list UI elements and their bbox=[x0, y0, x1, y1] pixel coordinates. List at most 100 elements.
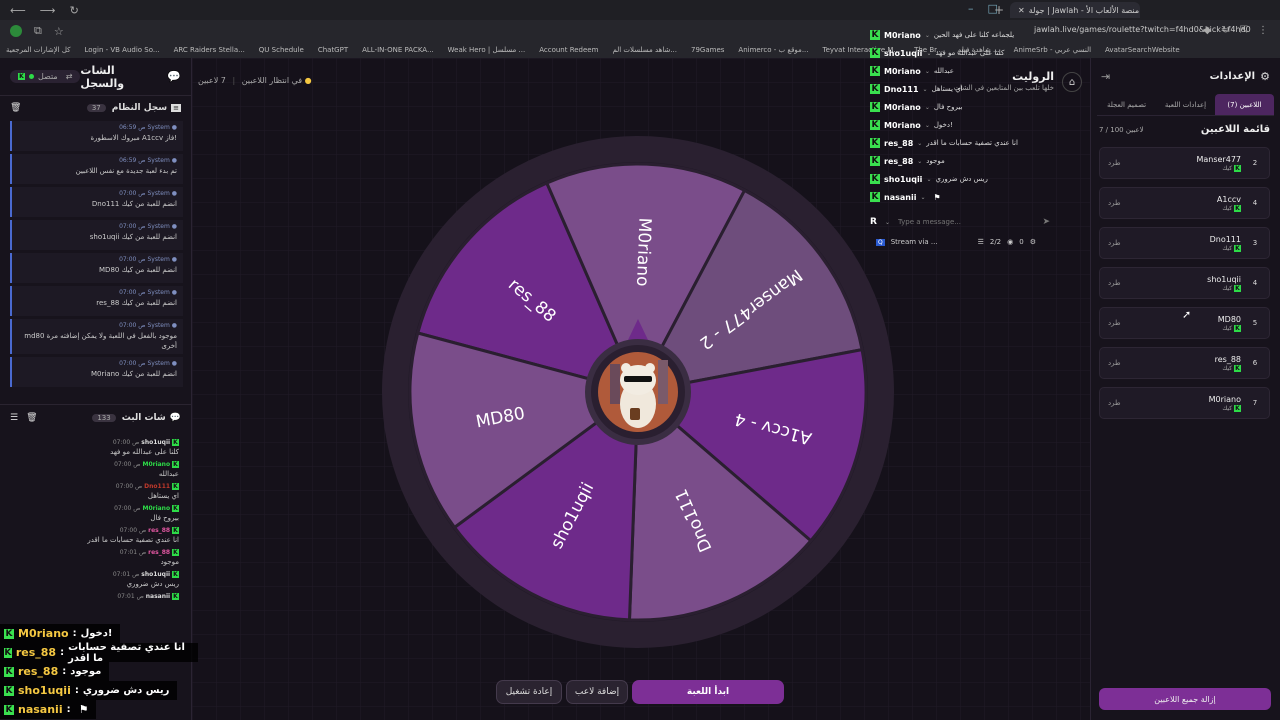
share-icon[interactable]: ⇱ bbox=[1240, 25, 1248, 36]
player-info: Dno111 كيك K 3 bbox=[1210, 235, 1261, 252]
restart-button[interactable]: إعادة تشغيل bbox=[496, 680, 562, 704]
kick-player-button[interactable]: طرد bbox=[1108, 399, 1121, 407]
kick-player-button[interactable]: طرد bbox=[1108, 199, 1121, 207]
bookmark-item[interactable]: Account Redeem bbox=[539, 46, 598, 54]
log-sender: System bbox=[147, 256, 170, 263]
player-name: A1ccv bbox=[1216, 194, 1241, 204]
player-name: MD80 bbox=[1217, 314, 1241, 324]
kick-player-button[interactable]: طرد bbox=[1108, 319, 1121, 327]
remove-all-players-button[interactable]: إزالة جميع اللاعبين bbox=[1099, 688, 1271, 710]
player-text: MD80 كيك K bbox=[1218, 315, 1241, 332]
bookmark-item[interactable]: Animerco - موقع ب... bbox=[738, 46, 808, 54]
chat-username[interactable]: nasanii bbox=[146, 593, 170, 600]
chevron-down-icon[interactable]: ⌄ bbox=[925, 68, 930, 75]
chevron-down-icon[interactable]: ⌄ bbox=[917, 140, 922, 147]
bookmark-item[interactable]: ARC Raiders Stella... bbox=[174, 46, 245, 54]
chevron-down-icon[interactable]: ⌄ bbox=[925, 104, 930, 111]
start-game-button[interactable]: ابدأ اللعبة bbox=[632, 680, 784, 704]
stream-label[interactable]: Stream via ... bbox=[891, 238, 938, 246]
bookmark-item[interactable]: ALL-IN-ONE PACKA... bbox=[362, 46, 434, 54]
browser-tab[interactable]: ✕ جولة | Jawlah - منصة الألعاب الأ bbox=[1010, 2, 1140, 18]
player-name: Manser477 bbox=[1196, 154, 1241, 164]
bookmark-item[interactable]: كل الإشارات المرجعية bbox=[6, 46, 71, 54]
chevron-down-icon[interactable]: ⌄ bbox=[923, 86, 928, 93]
tab-close-icon[interactable]: ✕ bbox=[1018, 6, 1025, 15]
roulette-wheel[interactable]: res_88M0rianoManser477 - 2A1ccv - 4Dno11… bbox=[382, 136, 894, 648]
twitch-username[interactable]: M0riano bbox=[884, 67, 921, 76]
star-icon[interactable]: ☆ bbox=[54, 25, 64, 38]
kick-icon: K bbox=[4, 666, 14, 677]
twitch-username[interactable]: sho1uqii bbox=[884, 49, 922, 58]
panel-toggle-icon[interactable]: ⇄ bbox=[66, 72, 73, 81]
chat-meta: 07:01 ص sho1uqii K bbox=[6, 571, 179, 578]
chat-filter-icon[interactable]: ☰ bbox=[10, 413, 18, 423]
twitch-username[interactable]: res_88 bbox=[884, 157, 913, 166]
chat-username[interactable]: sho1uqii bbox=[141, 571, 170, 578]
bookmark-item[interactable]: ChatGPT bbox=[318, 46, 348, 54]
kick-player-button[interactable]: طرد bbox=[1108, 239, 1121, 247]
chevron-down-icon[interactable]: ⌄ bbox=[920, 194, 925, 201]
add-player-button[interactable]: إضافة لاعب bbox=[566, 680, 628, 704]
tab-0[interactable]: اللاعبين (7) bbox=[1215, 94, 1274, 115]
system-log-delete-icon[interactable]: 🗑 bbox=[10, 103, 21, 113]
minimize-icon[interactable]: – bbox=[968, 2, 974, 15]
system-log-item: 07:00 ص System ● MD80 انضم للعبة من كيك bbox=[10, 253, 183, 283]
twitch-chat-row: K M0riano ⌄ يلجماعه كلنا على فهد الحين bbox=[870, 26, 1080, 44]
online-dot bbox=[29, 74, 34, 79]
refresh-icon[interactable]: ↻ bbox=[1221, 25, 1229, 36]
reload-icon[interactable]: ↻ bbox=[70, 4, 79, 17]
chat-username[interactable]: Dno111 bbox=[144, 483, 170, 490]
bookmark-item[interactable]: Weak Hero | مسلسل ... bbox=[448, 46, 526, 54]
twitch-username[interactable]: M0riano bbox=[884, 103, 921, 112]
chat-username[interactable]: M0riano bbox=[142, 461, 170, 468]
tab-2[interactable]: تصميم العجلة bbox=[1097, 94, 1156, 115]
chevron-down-icon[interactable]: ⌄ bbox=[917, 158, 922, 165]
log-text: مبروك الاسطورة A1ccv فاز! bbox=[90, 134, 177, 142]
twitch-username[interactable]: sho1uqii bbox=[884, 175, 922, 184]
chat-username[interactable]: res_88 bbox=[148, 527, 170, 534]
chat-message: 07:00 ص M0riano K بيروح فال bbox=[0, 503, 191, 524]
settings-icon[interactable]: ⚙ bbox=[1030, 238, 1036, 246]
player-text: res_88 كيك K bbox=[1215, 355, 1241, 372]
chat-delete-icon[interactable]: 🗑 bbox=[26, 413, 37, 423]
overlay-chat-row: Knasanii: ⚑ bbox=[0, 700, 97, 719]
twitch-message-input[interactable] bbox=[897, 218, 1035, 226]
copy-icon[interactable]: ⧉ bbox=[34, 24, 42, 38]
back-icon[interactable]: ⟵ bbox=[10, 4, 26, 17]
profile-icon[interactable] bbox=[10, 25, 22, 37]
tab-1[interactable]: إعدادات اللعبة bbox=[1156, 94, 1215, 115]
bookmark-item[interactable]: QU Schedule bbox=[259, 46, 304, 54]
system-icon: ● bbox=[169, 124, 177, 131]
kick-player-button[interactable]: طرد bbox=[1108, 159, 1121, 167]
chat-username[interactable]: M0riano bbox=[142, 505, 170, 512]
player-source: كيك K bbox=[1210, 244, 1241, 252]
forward-icon[interactable]: ⟶ bbox=[40, 4, 56, 17]
send-icon[interactable]: ➤ bbox=[1042, 217, 1050, 227]
kick-player-button[interactable]: طرد bbox=[1108, 359, 1121, 367]
twitch-username[interactable]: M0riano bbox=[884, 31, 921, 40]
menu-icon[interactable]: ⋮ bbox=[1258, 25, 1268, 36]
new-tab-icon[interactable]: + bbox=[994, 3, 1004, 17]
chevron-down-icon[interactable]: ⌄ bbox=[926, 176, 931, 183]
chat-time: 07:00 ص bbox=[119, 527, 147, 534]
chevron-down-icon[interactable]: ⌄ bbox=[885, 219, 890, 226]
bookmark-item[interactable]: Login - VB Audio So... bbox=[85, 46, 160, 54]
log-sender: System bbox=[147, 223, 170, 230]
chat-username[interactable]: sho1uqii bbox=[141, 439, 170, 446]
bookmark-item[interactable]: AvatarSearchWebsite bbox=[1105, 46, 1180, 54]
chat-username[interactable]: res_88 bbox=[148, 549, 170, 556]
kick-player-button[interactable]: طرد bbox=[1108, 279, 1121, 287]
twitch-username[interactable]: M0riano bbox=[884, 121, 921, 130]
chat-text: انا عندي تصفية حسابات ما اقدر bbox=[87, 536, 179, 544]
chevron-down-icon[interactable]: ⌄ bbox=[925, 122, 930, 129]
chevron-down-icon[interactable]: ⌄ bbox=[926, 50, 931, 57]
bookmark-item[interactable]: شاهد مسلسلات الم... bbox=[612, 46, 677, 54]
collapse-panel-icon[interactable]: ⇥ bbox=[1101, 70, 1110, 83]
bookmark-item[interactable]: 79Games bbox=[691, 46, 724, 54]
twitch-username[interactable]: res_88 bbox=[884, 139, 913, 148]
extensions-icon[interactable]: ◆ bbox=[1204, 25, 1212, 36]
twitch-text: اي يستاهل bbox=[931, 85, 963, 93]
twitch-username[interactable]: Dno111 bbox=[884, 85, 919, 94]
twitch-username[interactable]: nasanii bbox=[884, 193, 916, 202]
chevron-down-icon[interactable]: ⌄ bbox=[925, 32, 930, 39]
